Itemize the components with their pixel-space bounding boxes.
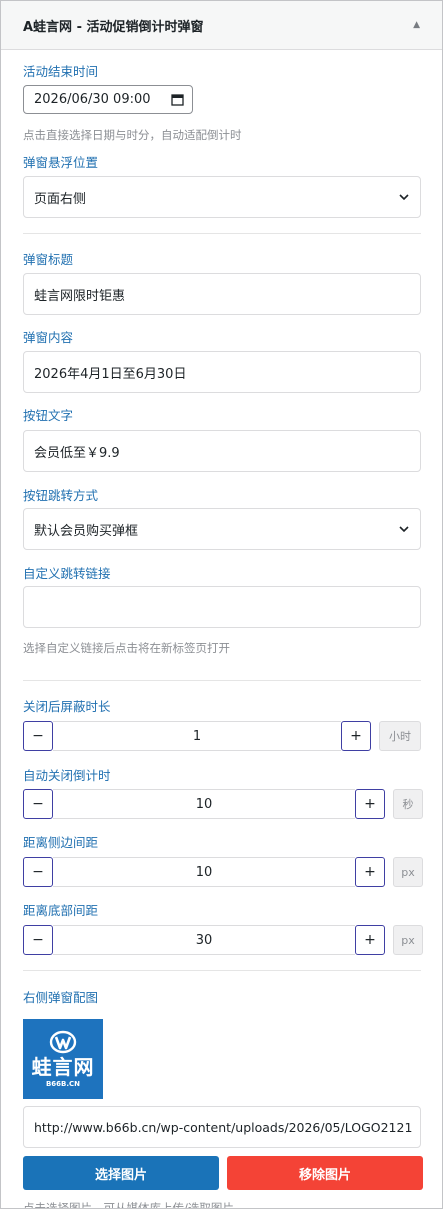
divider (23, 970, 421, 971)
increment-button[interactable]: + (355, 857, 385, 887)
button-action-label: 按钮跳转方式 (23, 488, 99, 503)
decrement-button[interactable]: − (23, 925, 53, 955)
logo-subtext: B66B.CN (45, 1080, 81, 1088)
button-text-input[interactable]: 会员低至￥9.9 (23, 430, 421, 472)
side-margin-label: 距离侧边间距 (23, 835, 99, 850)
bottom-margin-value[interactable]: 30 (53, 925, 355, 955)
panel-title: A蛙言网 - 活动促销倒计时弹窗 (23, 19, 204, 35)
end-time-hint: 点击直接选择日期与时分，自动适配倒计时 (23, 128, 242, 142)
unit-label: 秒 (393, 789, 423, 819)
button-action-select[interactable]: 默认会员购买弹框 (23, 508, 421, 550)
custom-link-hint: 选择自定义链接后点击将在新标签页打开 (23, 641, 230, 655)
auto-close-label: 自动关闭倒计时 (23, 768, 111, 783)
popup-content-input[interactable]: 2026年4月1日至6月30日 (23, 351, 421, 393)
calendar-icon[interactable] (171, 93, 184, 106)
side-margin-value[interactable]: 10 (53, 857, 355, 887)
settings-panel: A蛙言网 - 活动促销倒计时弹窗 ▲ 活动结束时间 2026/06/30 09:… (0, 0, 443, 1209)
panel-header[interactable]: A蛙言网 - 活动促销倒计时弹窗 ▲ (1, 1, 442, 50)
position-label: 弹窗悬浮位置 (23, 155, 99, 170)
decrement-button[interactable]: − (23, 789, 53, 819)
popup-content-value: 2026年4月1日至6月30日 (34, 366, 187, 382)
auto-close-value[interactable]: 10 (53, 789, 355, 819)
bottom-margin-stepper: − 30 + px (23, 925, 423, 955)
increment-button[interactable]: + (355, 789, 385, 819)
image-preview: 蛙言网 B66B.CN (23, 1019, 103, 1099)
hide-duration-stepper: − 1 + 小时 (23, 721, 421, 751)
end-time-label: 活动结束时间 (23, 64, 99, 79)
custom-link-input[interactable] (23, 586, 421, 628)
remove-image-button[interactable]: 移除图片 (227, 1156, 423, 1190)
chevron-down-icon (399, 526, 409, 533)
collapse-icon[interactable]: ▲ (413, 20, 420, 30)
popup-title-value: 蛙言网限时钜惠 (34, 288, 126, 304)
image-url-input[interactable]: http://www.b66b.cn/wp-content/uploads/20… (23, 1106, 421, 1148)
auto-close-stepper: − 10 + 秒 (23, 789, 423, 819)
popup-title-label: 弹窗标题 (23, 252, 74, 267)
logo-text: 蛙言网 (31, 1055, 95, 1079)
divider (23, 233, 421, 234)
increment-button[interactable]: + (355, 925, 385, 955)
position-select[interactable]: 页面右侧 (23, 176, 421, 218)
unit-label: px (393, 925, 423, 955)
unit-label: 小时 (379, 721, 421, 751)
image-hint: 点击选择图片，可从媒体库上传/选取图片 (23, 1201, 234, 1209)
end-time-input[interactable]: 2026/06/30 09:00 (23, 85, 193, 114)
decrement-button[interactable]: − (23, 721, 53, 751)
unit-label: px (393, 857, 423, 887)
increment-button[interactable]: + (341, 721, 371, 751)
chevron-down-icon (399, 194, 409, 201)
button-action-value: 默认会员购买弹框 (34, 523, 139, 539)
side-margin-stepper: − 10 + px (23, 857, 423, 887)
select-image-button[interactable]: 选择图片 (23, 1156, 219, 1190)
logo-icon (49, 1030, 77, 1054)
end-time-value: 2026/06/30 09:00 (34, 92, 151, 107)
bottom-margin-label: 距离底部间距 (23, 903, 99, 918)
popup-title-input[interactable]: 蛙言网限时钜惠 (23, 273, 421, 315)
hide-duration-value[interactable]: 1 (53, 721, 341, 751)
divider (23, 680, 421, 681)
hide-duration-label: 关闭后屏蔽时长 (23, 699, 111, 714)
image-url-value: http://www.b66b.cn/wp-content/uploads/20… (34, 1119, 413, 1135)
custom-link-label: 自定义跳转链接 (23, 566, 111, 581)
button-text-value: 会员低至￥9.9 (34, 445, 120, 461)
button-text-label: 按钮文字 (23, 408, 74, 423)
image-label: 右侧弹窗配图 (23, 990, 99, 1005)
decrement-button[interactable]: − (23, 857, 53, 887)
popup-content-label: 弹窗内容 (23, 330, 74, 345)
position-value: 页面右侧 (34, 191, 87, 207)
